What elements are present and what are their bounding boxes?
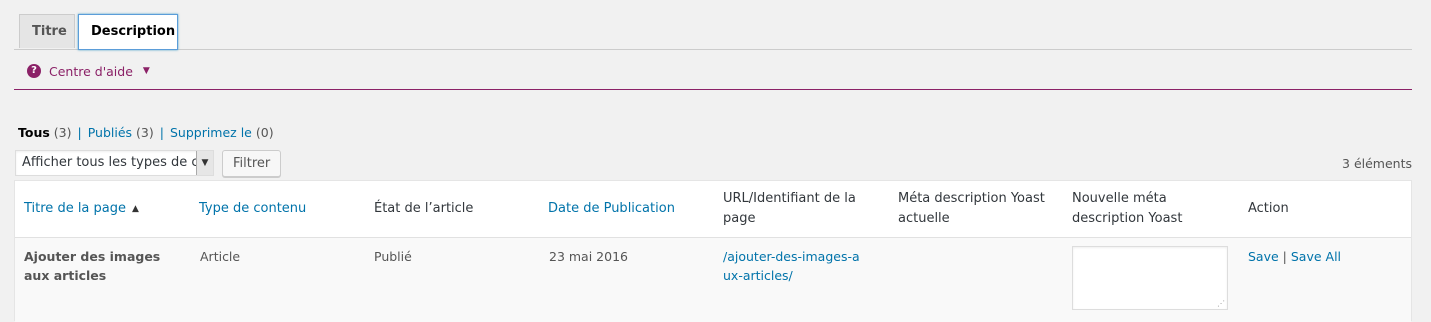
column-header-title-label: Titre de la page xyxy=(24,201,127,216)
help-divider xyxy=(14,89,1412,90)
column-header-action: Action xyxy=(1248,201,1289,216)
content-type-select-value: Afficher tous les types de contenu xyxy=(22,155,213,170)
row-state: Publié xyxy=(374,249,412,264)
table-row: Ajouter des images aux articles Article … xyxy=(15,238,1411,322)
row-title: Ajouter des images aux articles xyxy=(24,249,161,283)
row-type: Article xyxy=(200,249,241,264)
save-all-link[interactable]: Save All xyxy=(1291,249,1341,264)
column-header-title[interactable]: Titre de la page ▲ xyxy=(24,181,139,237)
column-header-meta-current: Méta description Yoast actuelle xyxy=(898,191,1045,226)
column-header-meta-new: Nouvelle méta description Yoast xyxy=(1072,191,1183,226)
new-meta-description-textarea[interactable]: ⋰ xyxy=(1072,246,1228,310)
help-center-label: Centre d'aide xyxy=(49,63,133,79)
row-date: 23 mai 2016 xyxy=(549,249,628,264)
save-link[interactable]: Save xyxy=(1248,249,1279,264)
separator: | xyxy=(1282,249,1287,264)
item-count: 3 éléments xyxy=(1342,156,1412,171)
content-type-select[interactable]: Afficher tous les types de contenu ▼ xyxy=(15,150,214,176)
separator: | xyxy=(159,125,164,140)
view-all[interactable]: Tous xyxy=(18,125,50,140)
separator: | xyxy=(77,125,82,140)
table-header: Titre de la page ▲ Type de contenu État … xyxy=(15,181,1411,238)
view-trash-count: (0) xyxy=(255,125,274,140)
help-center-toggle[interactable]: ? Centre d'aide ▼ xyxy=(27,62,150,80)
row-actions: Save | Save All xyxy=(1248,247,1341,266)
sort-up-icon: ▲ xyxy=(132,204,139,214)
column-header-type[interactable]: Type de contenu xyxy=(199,181,306,237)
filter-button[interactable]: Filtrer xyxy=(222,150,282,177)
tab-titre[interactable]: Titre xyxy=(19,14,75,48)
question-circle-icon: ? xyxy=(27,64,41,78)
resize-handle-icon[interactable]: ⋰ xyxy=(1217,299,1225,308)
view-all-count: (3) xyxy=(53,125,72,140)
row-url-link[interactable]: /ajouter-des-images-aux-articles/ xyxy=(723,247,863,285)
tabs-divider xyxy=(14,49,1412,50)
view-trash[interactable]: Supprimez le xyxy=(170,125,252,140)
view-published-count: (3) xyxy=(136,125,154,140)
column-header-url: URL/Identifiant de la page xyxy=(723,191,856,226)
column-header-date[interactable]: Date de Publication xyxy=(548,181,675,237)
view-published[interactable]: Publiés xyxy=(88,125,132,140)
view-filters: Tous (3) | Publiés (3) | Supprimez le (0) xyxy=(18,125,274,140)
chevron-down-icon[interactable]: ▼ xyxy=(196,151,213,175)
column-header-state: État de l’article xyxy=(374,201,474,216)
caret-down-icon: ▼ xyxy=(142,66,150,76)
meta-description-table: Titre de la page ▲ Type de contenu État … xyxy=(14,180,1412,322)
tab-description[interactable]: Description xyxy=(78,14,178,50)
